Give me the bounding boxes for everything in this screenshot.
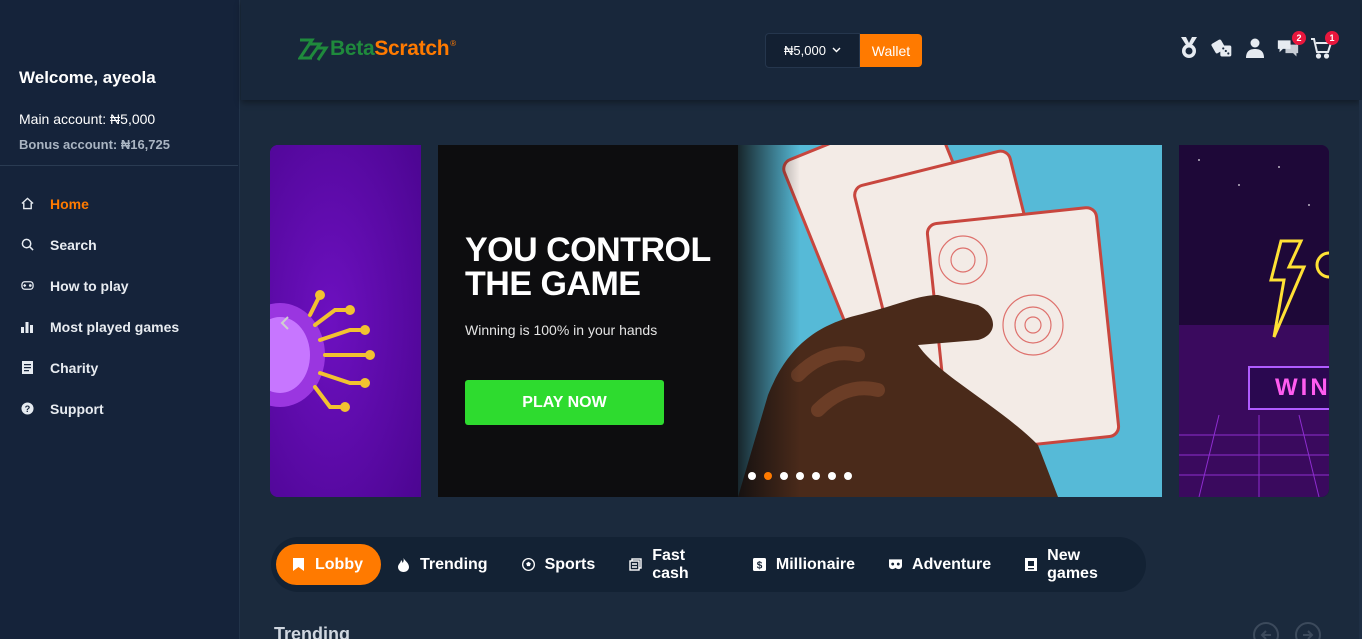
sidebar-item-label: Most played games bbox=[50, 318, 180, 335]
chevron-down-icon bbox=[832, 45, 841, 56]
cash-icon bbox=[629, 558, 642, 571]
balance-dropdown[interactable]: ₦5,000 bbox=[765, 33, 860, 68]
sidebar: Welcome, ayeola Main account: ₦5,000 Bon… bbox=[0, 0, 240, 639]
logo-text: BetaScratch bbox=[330, 37, 450, 61]
tab-label: New games bbox=[1047, 546, 1098, 582]
hero-title-line2: THE GAME bbox=[465, 265, 641, 303]
sidebar-item-label: Search bbox=[50, 236, 97, 253]
top-header: BetaScratch ® ₦5,000 Wallet 2 1 bbox=[241, 0, 1360, 100]
tab-sports[interactable]: Sports bbox=[506, 544, 614, 585]
logo[interactable]: BetaScratch ® bbox=[298, 36, 456, 62]
slide-win-text: WIN bbox=[1275, 374, 1329, 401]
logo-mark-icon bbox=[298, 38, 329, 61]
svg-text:?: ? bbox=[24, 404, 30, 414]
tab-label: Sports bbox=[544, 555, 596, 573]
hero-title-line1: YOU CONTROL bbox=[465, 231, 711, 269]
home-icon bbox=[20, 197, 34, 211]
scroll-left-button[interactable] bbox=[1253, 622, 1279, 639]
carousel-dot[interactable] bbox=[844, 472, 852, 480]
document-icon bbox=[20, 361, 34, 375]
sidebar-item-label: How to play bbox=[50, 277, 129, 294]
tab-label: Adventure bbox=[912, 555, 992, 573]
carousel-dot-active[interactable] bbox=[764, 472, 772, 480]
tab-label: Trending bbox=[420, 555, 488, 573]
mask-icon bbox=[889, 558, 903, 571]
hero-title: YOU CONTROL THE GAME bbox=[465, 233, 711, 301]
cart-badge: 1 bbox=[1325, 31, 1339, 45]
sidebar-item-how-to-play[interactable]: How to play bbox=[0, 265, 240, 306]
scroll-right-button[interactable] bbox=[1295, 622, 1321, 639]
carousel-slide-next[interactable]: WIN bbox=[1179, 145, 1329, 497]
arrow-left-icon bbox=[1260, 630, 1271, 639]
sidebar-item-most-played[interactable]: Most played games bbox=[0, 306, 240, 347]
carousel-dot[interactable] bbox=[812, 472, 820, 480]
carousel-slide-previous[interactable] bbox=[270, 145, 421, 497]
carousel-dot[interactable] bbox=[780, 472, 788, 480]
carousel-dot[interactable] bbox=[748, 472, 756, 480]
tab-millionaire[interactable]: $ Millionaire bbox=[737, 544, 873, 585]
bar-chart-icon bbox=[20, 320, 34, 334]
crypto-coin-illustration bbox=[270, 145, 421, 497]
carousel-slide-active[interactable]: YOU CONTROL THE GAME Winning is 100% in … bbox=[438, 145, 1162, 497]
tab-adventure[interactable]: Adventure bbox=[873, 544, 1009, 585]
balance-value: ₦5,000 bbox=[784, 43, 826, 58]
logo-beta: Beta bbox=[330, 37, 375, 60]
tab-label: Fast cash bbox=[652, 546, 689, 582]
play-now-button[interactable]: PLAY NOW bbox=[465, 380, 664, 425]
sidebar-item-support[interactable]: ? Support bbox=[0, 388, 240, 429]
arrow-right-icon bbox=[1303, 630, 1314, 639]
medal-icon[interactable] bbox=[1178, 36, 1200, 60]
tab-fast-cash[interactable]: Fast cash bbox=[613, 544, 737, 585]
carousel-dot[interactable] bbox=[796, 472, 804, 480]
gamepad-icon bbox=[20, 279, 34, 293]
cart-icon[interactable]: 1 bbox=[1310, 31, 1339, 60]
hero-cards-illustration bbox=[438, 145, 1162, 497]
sidebar-item-charity[interactable]: Charity bbox=[0, 347, 240, 388]
tab-label: Millionaire bbox=[775, 555, 856, 573]
fire-icon bbox=[397, 557, 410, 572]
sidebar-item-home[interactable]: Home bbox=[0, 183, 240, 224]
user-icon[interactable] bbox=[1244, 36, 1266, 60]
search-icon bbox=[20, 238, 34, 252]
help-icon: ? bbox=[20, 402, 34, 416]
main-account-balance: Main account: ₦5,000 bbox=[19, 111, 156, 127]
new-box-icon bbox=[1025, 558, 1038, 571]
chat-badge: 2 bbox=[1292, 31, 1306, 45]
sidebar-item-search[interactable]: Search bbox=[0, 224, 240, 265]
logo-scratch: Scratch bbox=[374, 37, 450, 60]
bonus-account-balance: Bonus account: ₦16,725 bbox=[19, 137, 170, 152]
chat-icon[interactable]: 2 bbox=[1277, 31, 1306, 60]
category-tabs: Lobby Trending Sports Fast cash $ Millio… bbox=[271, 537, 1146, 592]
dollar-icon: $ bbox=[752, 558, 766, 572]
sidebar-item-label: Home bbox=[50, 195, 89, 212]
soccer-ball-icon bbox=[521, 558, 535, 571]
sidebar-item-label: Support bbox=[50, 400, 104, 417]
sidebar-item-label: Charity bbox=[50, 359, 99, 376]
sidebar-nav: Home Search How to play Most played game… bbox=[0, 183, 240, 429]
neon-win-illustration bbox=[1179, 145, 1329, 497]
header-icons: 2 1 bbox=[1167, 31, 1339, 60]
tab-label: Lobby bbox=[315, 555, 363, 573]
tab-new-games[interactable]: New games bbox=[1009, 544, 1146, 585]
dice-icon[interactable] bbox=[1211, 36, 1233, 60]
section-title: Trending bbox=[274, 624, 350, 639]
carousel-dots bbox=[748, 472, 860, 480]
bookmark-icon bbox=[292, 558, 305, 571]
hero-subtitle: Winning is 100% in your hands bbox=[465, 322, 658, 338]
sidebar-divider bbox=[0, 165, 238, 166]
carousel-dot[interactable] bbox=[828, 472, 836, 480]
svg-text:$: $ bbox=[757, 561, 763, 572]
tab-lobby[interactable]: Lobby bbox=[276, 544, 381, 585]
wallet-button[interactable]: Wallet bbox=[860, 34, 922, 67]
welcome-text: Welcome, ayeola bbox=[19, 68, 156, 87]
tab-trending[interactable]: Trending bbox=[381, 544, 506, 585]
logo-registered-mark: ® bbox=[450, 38, 457, 48]
